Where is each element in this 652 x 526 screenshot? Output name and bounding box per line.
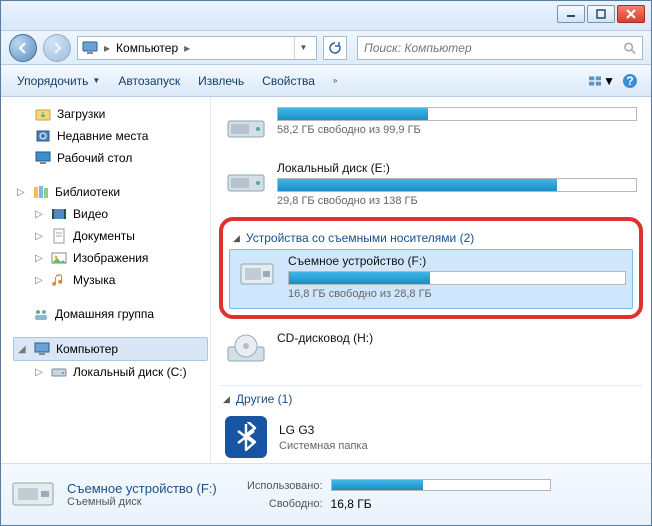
- drive-icon: [51, 364, 67, 380]
- removable-drive-icon: [9, 471, 57, 519]
- video-icon: [51, 206, 67, 222]
- breadcrumb[interactable]: ▸ Компьютер ▸ ▼: [77, 36, 317, 60]
- drive-free-text: 16,8 ГБ свободно из 28,8 ГБ: [288, 288, 626, 300]
- drive-item-removable-f[interactable]: Съемное устройство (F:) 16,8 ГБ свободно…: [229, 249, 633, 309]
- eject-button[interactable]: Извлечь: [190, 70, 252, 92]
- device-subtitle: Системная папка: [279, 440, 368, 452]
- group-header-other[interactable]: ◢Другие (1): [219, 385, 643, 410]
- view-options-button[interactable]: ▼: [589, 69, 615, 93]
- sidebar-item-desktop[interactable]: Рабочий стол: [13, 147, 208, 169]
- drive-item[interactable]: 58,2 ГБ свободно из 99,9 ГБ: [219, 103, 643, 157]
- drive-icon: [225, 107, 267, 149]
- drive-free-text: 29,8 ГБ свободно из 138 ГБ: [277, 195, 637, 207]
- search-box[interactable]: [357, 36, 643, 60]
- nav-back-button[interactable]: [9, 34, 37, 62]
- group-header-removable[interactable]: ◢Устройства со съемными носителями (2): [229, 225, 633, 249]
- sidebar-item-documents[interactable]: ▷Документы: [13, 225, 208, 247]
- free-label: Свободно:: [247, 498, 323, 510]
- documents-icon: [51, 228, 67, 244]
- drive-name: CD-дисковод (H:): [277, 331, 637, 345]
- removable-drive-icon: [236, 254, 278, 296]
- highlight-annotation: ◢Устройства со съемными носителями (2) С…: [219, 217, 643, 319]
- libraries-icon: [33, 184, 49, 200]
- sidebar-item-music[interactable]: ▷Музыка: [13, 269, 208, 291]
- breadcrumb-item[interactable]: Компьютер: [116, 41, 178, 55]
- sidebar-item-computer[interactable]: ◢Компьютер: [13, 337, 208, 361]
- chevron-right-icon: ▸: [102, 41, 112, 55]
- drive-name: Съемное устройство (F:): [288, 254, 626, 268]
- titlebar: [1, 1, 651, 31]
- sidebar-item-recent[interactable]: Недавние места: [13, 125, 208, 147]
- details-pane: Съемное устройство (F:) Съемный диск Исп…: [1, 463, 651, 525]
- minimize-button[interactable]: [557, 5, 585, 23]
- music-icon: [51, 272, 67, 288]
- maximize-button[interactable]: [587, 5, 615, 23]
- recent-icon: [35, 128, 51, 144]
- desktop-icon: [35, 150, 51, 166]
- refresh-button[interactable]: [323, 36, 347, 60]
- drive-free-text: 58,2 ГБ свободно из 99,9 ГБ: [277, 124, 637, 136]
- computer-icon: [34, 341, 50, 357]
- details-title: Съемное устройство (F:): [67, 481, 237, 496]
- bluetooth-icon: [225, 416, 267, 458]
- overflow-button[interactable]: »: [325, 72, 345, 89]
- toolbar: Упорядочить▼ Автозапуск Извлечь Свойства…: [1, 65, 651, 97]
- sidebar-item-libraries[interactable]: ▷Библиотеки: [13, 181, 208, 203]
- sidebar-item-local-c[interactable]: ▷Локальный диск (C:): [13, 361, 208, 383]
- drive-item-e[interactable]: Локальный диск (E:) 29,8 ГБ свободно из …: [219, 157, 643, 215]
- device-item-lg-g3[interactable]: LG G3 Системная папка: [219, 410, 643, 463]
- free-value: 16,8 ГБ: [331, 497, 551, 511]
- homegroup-icon: [33, 306, 49, 322]
- explorer-window: ▸ Компьютер ▸ ▼ Упорядочить▼ Автозапуск …: [0, 0, 652, 526]
- sidebar-item-homegroup[interactable]: Домашняя группа: [13, 303, 208, 325]
- nav-forward-button[interactable]: [43, 34, 71, 62]
- details-subtitle: Съемный диск: [67, 496, 237, 508]
- sidebar-item-pictures[interactable]: ▷Изображения: [13, 247, 208, 269]
- downloads-icon: [35, 106, 51, 122]
- chevron-right-icon: ▸: [182, 41, 192, 55]
- sidebar-item-downloads[interactable]: Загрузки: [13, 103, 208, 125]
- search-input[interactable]: [364, 41, 619, 55]
- device-name: LG G3: [279, 423, 368, 437]
- drive-name: Локальный диск (E:): [277, 161, 637, 175]
- help-button[interactable]: ?: [617, 69, 643, 93]
- drive-icon: [225, 161, 267, 203]
- svg-text:?: ?: [626, 74, 633, 88]
- search-icon: [623, 41, 636, 55]
- used-label: Использовано:: [247, 480, 323, 492]
- address-row: ▸ Компьютер ▸ ▼: [1, 31, 651, 65]
- computer-icon: [82, 40, 98, 56]
- properties-button[interactable]: Свойства: [254, 70, 323, 92]
- cd-drive-icon: [225, 331, 267, 373]
- breadcrumb-dropdown[interactable]: ▼: [294, 37, 312, 59]
- close-button[interactable]: [617, 5, 645, 23]
- autoplay-button[interactable]: Автозапуск: [110, 70, 188, 92]
- content-pane: 58,2 ГБ свободно из 99,9 ГБ Локальный ди…: [211, 97, 651, 463]
- organize-button[interactable]: Упорядочить▼: [9, 70, 108, 92]
- navigation-pane: Загрузки Недавние места Рабочий стол ▷Би…: [1, 97, 211, 463]
- pictures-icon: [51, 250, 67, 266]
- usage-bar-fill: [278, 108, 428, 120]
- drive-item-cd[interactable]: CD-дисковод (H:): [219, 327, 643, 381]
- sidebar-item-video[interactable]: ▷Видео: [13, 203, 208, 225]
